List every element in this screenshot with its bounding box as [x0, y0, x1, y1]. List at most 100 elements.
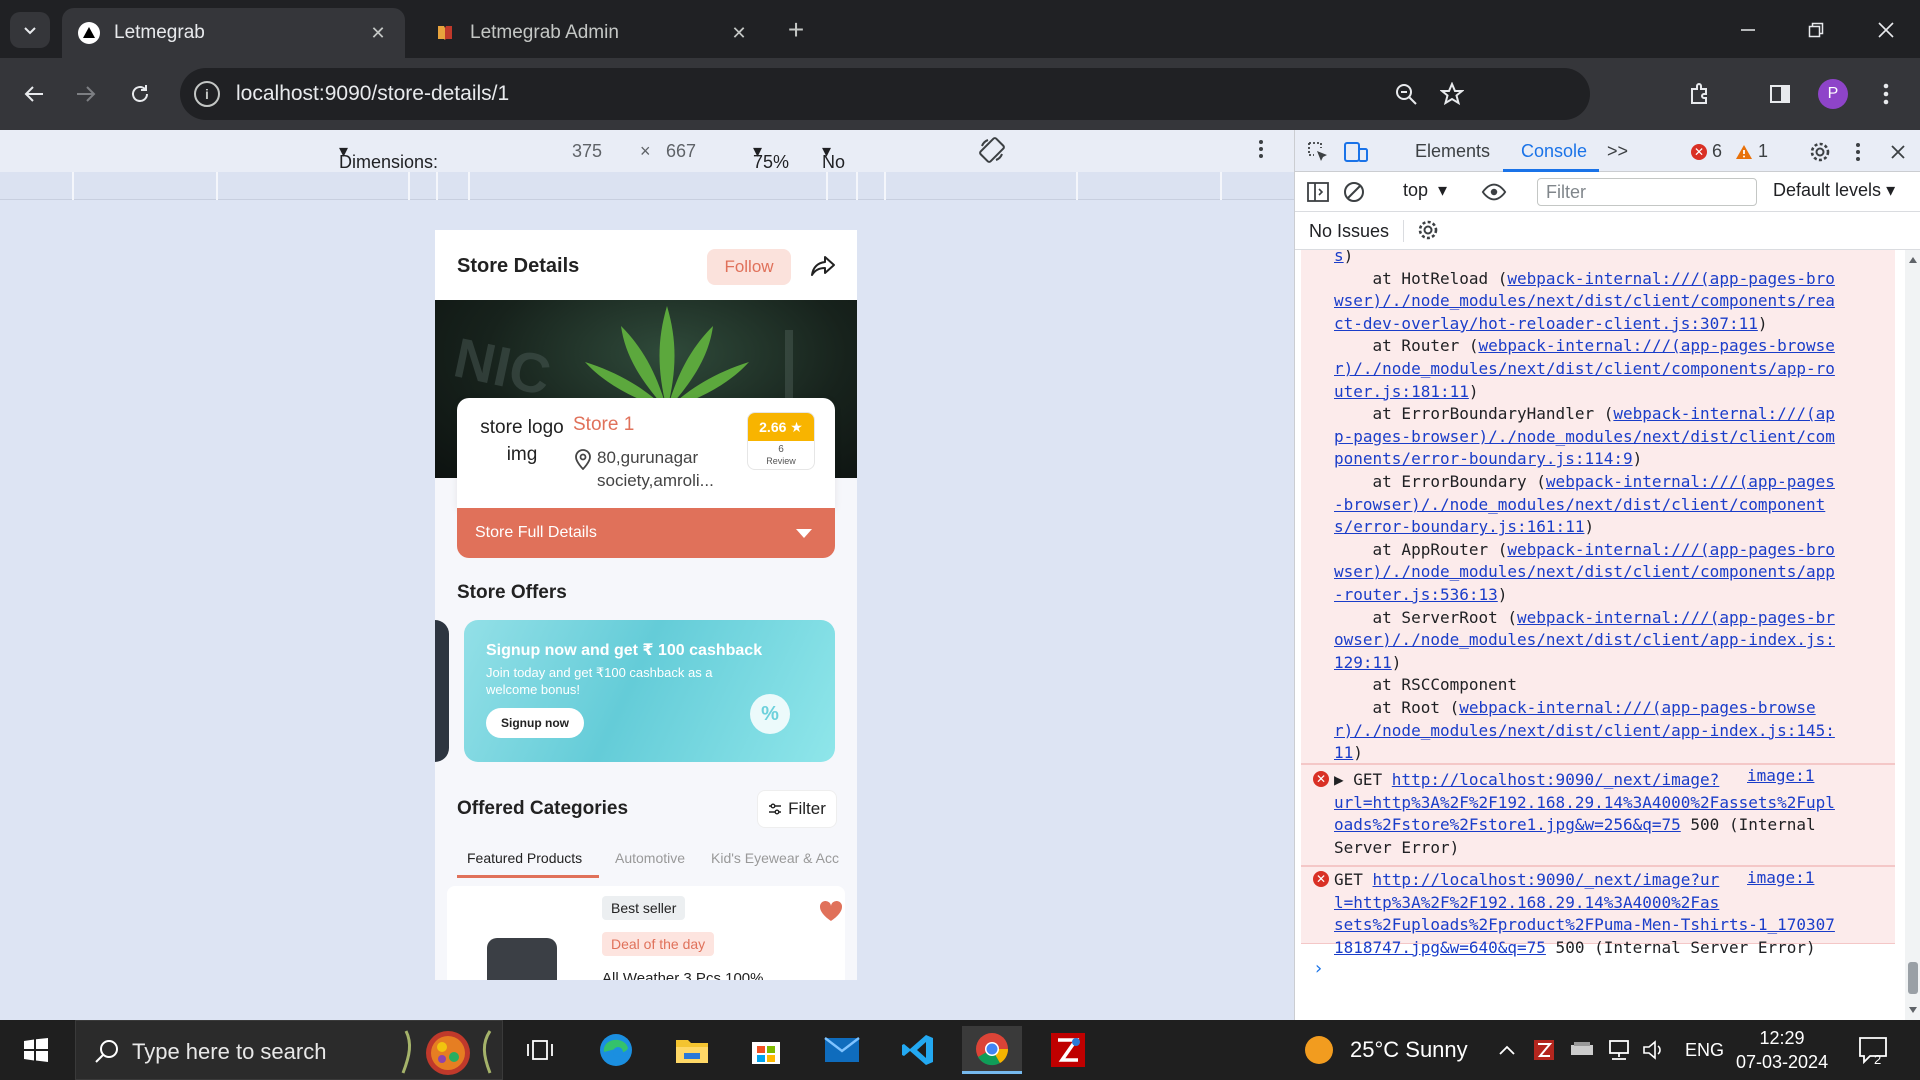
minimize-icon[interactable]	[1728, 10, 1768, 50]
network-icon[interactable]	[1606, 1020, 1632, 1080]
profile-avatar[interactable]: P	[1813, 74, 1853, 114]
stack-link[interactable]: -browser)/./node_modules/next/dist/clien…	[1334, 495, 1825, 514]
previous-offer-card[interactable]	[435, 620, 449, 762]
file-explorer-icon[interactable]	[662, 1026, 722, 1074]
taskbar-search-box[interactable]: Type here to search	[75, 1020, 503, 1080]
scrollbar-thumb[interactable]	[1908, 962, 1918, 994]
stack-link[interactable]: webpack-internal:///(app-pages-bro	[1507, 269, 1835, 288]
stack-link[interactable]: url=http%3A%2F%2F192.168.29.14%3A4000%2F…	[1334, 793, 1835, 812]
signup-now-button[interactable]: Signup now	[486, 708, 584, 738]
context-select[interactable]: top ▾	[1403, 180, 1447, 201]
stack-link[interactable]: webpack-internal:///(app-pages-browse	[1459, 698, 1815, 717]
weather-widget[interactable]: 25°C Sunny	[1304, 1020, 1468, 1080]
new-tab-button[interactable]: +	[780, 14, 812, 46]
height-input[interactable]: 667	[666, 141, 696, 162]
side-panel-icon[interactable]	[1760, 74, 1800, 114]
tab-letmegrab[interactable]: Letmegrab ✕	[62, 8, 405, 58]
live-expression-eye-icon[interactable]	[1481, 179, 1507, 205]
extensions-icon[interactable]	[1680, 74, 1720, 114]
drive-icon[interactable]	[1570, 1020, 1594, 1080]
follow-button[interactable]: Follow	[707, 249, 791, 285]
filezilla-icon[interactable]	[1038, 1026, 1098, 1074]
console-prompt[interactable]: ›	[1313, 958, 1324, 981]
stack-link[interactable]: -router.js:536:13	[1334, 585, 1498, 604]
close-window-icon[interactable]	[1866, 10, 1906, 50]
tab-kids-eyewear[interactable]: Kid's Eyewear & Acc	[711, 850, 839, 866]
tab-featured-products[interactable]: Featured Products	[467, 850, 582, 866]
microsoft-store-icon[interactable]	[736, 1026, 796, 1074]
stack-link[interactable]: s/error-boundary.js:161:11	[1334, 517, 1584, 536]
zoom-icon[interactable]	[1390, 78, 1422, 110]
device-toggle-icon[interactable]	[1343, 139, 1369, 165]
task-view-icon[interactable]	[510, 1026, 570, 1074]
windows-start-icon[interactable]	[6, 1026, 66, 1074]
stack-link[interactable]: 129:11	[1334, 653, 1392, 672]
volume-icon[interactable]	[1642, 1020, 1666, 1080]
stack-link[interactable]: 1818747.jpg&w=640&q=75	[1334, 938, 1546, 957]
vscode-icon[interactable]	[888, 1026, 948, 1074]
language-indicator[interactable]: ENG	[1685, 1020, 1724, 1080]
store-full-details-button[interactable]: Store Full Details	[457, 508, 835, 558]
error-count-badge[interactable]: ✕ 6	[1691, 141, 1722, 162]
offer-card[interactable]: Signup now and get ₹ 100 cashback Join t…	[464, 620, 835, 762]
stack-link[interactable]: l=http%3A%2F%2F192.168.29.14%3A4000%2Fas	[1334, 893, 1719, 912]
device-select[interactable]: Dimensions: iPhone SE ▾	[339, 141, 438, 193]
no-issues-label[interactable]: No Issues	[1309, 221, 1389, 242]
throttling-select[interactable]: No throttling ▾	[822, 141, 891, 193]
stack-link[interactable]: webpack-internal:///(app-pages-br	[1517, 608, 1835, 627]
stack-link[interactable]: webpack-internal:///(app-pages-bro	[1507, 540, 1835, 559]
error-source-link[interactable]: image:1	[1747, 765, 1814, 788]
stack-link[interactable]: uter.js:181:11	[1334, 382, 1469, 401]
stack-link[interactable]: ct-dev-overlay/hot-reloader-client.js:30…	[1334, 314, 1758, 333]
close-tab-icon[interactable]: ✕	[367, 22, 389, 44]
show-hidden-icons[interactable]	[1498, 1020, 1516, 1080]
address-bar[interactable]: i localhost:9090/store-details/1	[180, 68, 1590, 120]
filter-button[interactable]: Filter	[757, 790, 837, 828]
stack-link[interactable]: webpack-internal:///(ap	[1613, 404, 1835, 423]
settings-gear-icon[interactable]	[1807, 139, 1833, 165]
width-input[interactable]: 375	[572, 141, 602, 162]
clear-console-icon[interactable]	[1341, 179, 1367, 205]
tray-app-icon[interactable]	[1532, 1020, 1556, 1080]
site-info-icon[interactable]: i	[194, 81, 220, 107]
stack-link[interactable]: r)/./node_modules/next/dist/client/compo…	[1334, 359, 1835, 378]
tab-elements[interactable]: Elements	[1415, 141, 1490, 162]
rotate-icon[interactable]	[978, 136, 1006, 169]
stack-link[interactable]: ponents/error-boundary.js:114:9	[1334, 449, 1633, 468]
more-tabs-button[interactable]: >>	[1607, 141, 1628, 162]
error-source-link[interactable]: image:1	[1747, 867, 1814, 890]
stack-link[interactable]: p-pages-browser)/./node_modules/next/dis…	[1334, 427, 1835, 446]
stack-link[interactable]: 11	[1334, 743, 1353, 762]
stack-link[interactable]: http://localhost:9090/_next/image?ur	[1373, 870, 1720, 889]
edge-browser-icon[interactable]	[586, 1026, 646, 1074]
heart-icon[interactable]	[819, 900, 843, 927]
tab-letmegrab-admin[interactable]: Letmegrab Admin ✕	[418, 8, 766, 58]
reload-icon[interactable]	[120, 74, 160, 114]
inspect-element-icon[interactable]	[1305, 139, 1331, 165]
back-icon[interactable]	[14, 74, 54, 114]
share-icon[interactable]	[807, 250, 839, 282]
tab-console[interactable]: Console	[1521, 141, 1587, 162]
tab-automotive[interactable]: Automotive	[615, 850, 685, 866]
chrome-menu-icon[interactable]	[1866, 74, 1906, 114]
mail-icon[interactable]	[812, 1026, 872, 1074]
stack-link[interactable]: s	[1334, 250, 1344, 265]
warning-count-badge[interactable]: 1	[1735, 141, 1768, 162]
stack-link[interactable]: owser)/./node_modules/next/dist/client/a…	[1334, 630, 1835, 649]
notifications-button[interactable]: 2	[1858, 1020, 1888, 1080]
clock[interactable]: 12:29 07-03-2024	[1736, 1020, 1828, 1080]
console-filter-input[interactable]: Filter	[1537, 178, 1757, 206]
forward-icon[interactable]	[66, 74, 106, 114]
device-more-icon[interactable]	[1258, 139, 1264, 164]
stack-link[interactable]: wser)/./node_modules/next/dist/client/co…	[1334, 291, 1835, 310]
zoom-select[interactable]: 75% ▾	[753, 141, 789, 172]
bookmark-star-icon[interactable]	[1436, 78, 1468, 110]
stack-link[interactable]: webpack-internal:///(app-pages	[1546, 472, 1835, 491]
log-levels-select[interactable]: Default levels ▾	[1773, 180, 1895, 201]
close-devtools-icon[interactable]	[1885, 139, 1911, 165]
close-tab-icon[interactable]: ✕	[728, 22, 750, 44]
console-settings-icon[interactable]	[1415, 217, 1441, 243]
stack-link[interactable]: sets%2Fuploads%2Fproduct%2FPuma-Men-Tshi…	[1334, 915, 1835, 934]
chrome-taskbar-icon[interactable]	[962, 1026, 1022, 1074]
stack-link[interactable]: wser)/./node_modules/next/dist/client/co…	[1334, 562, 1835, 581]
